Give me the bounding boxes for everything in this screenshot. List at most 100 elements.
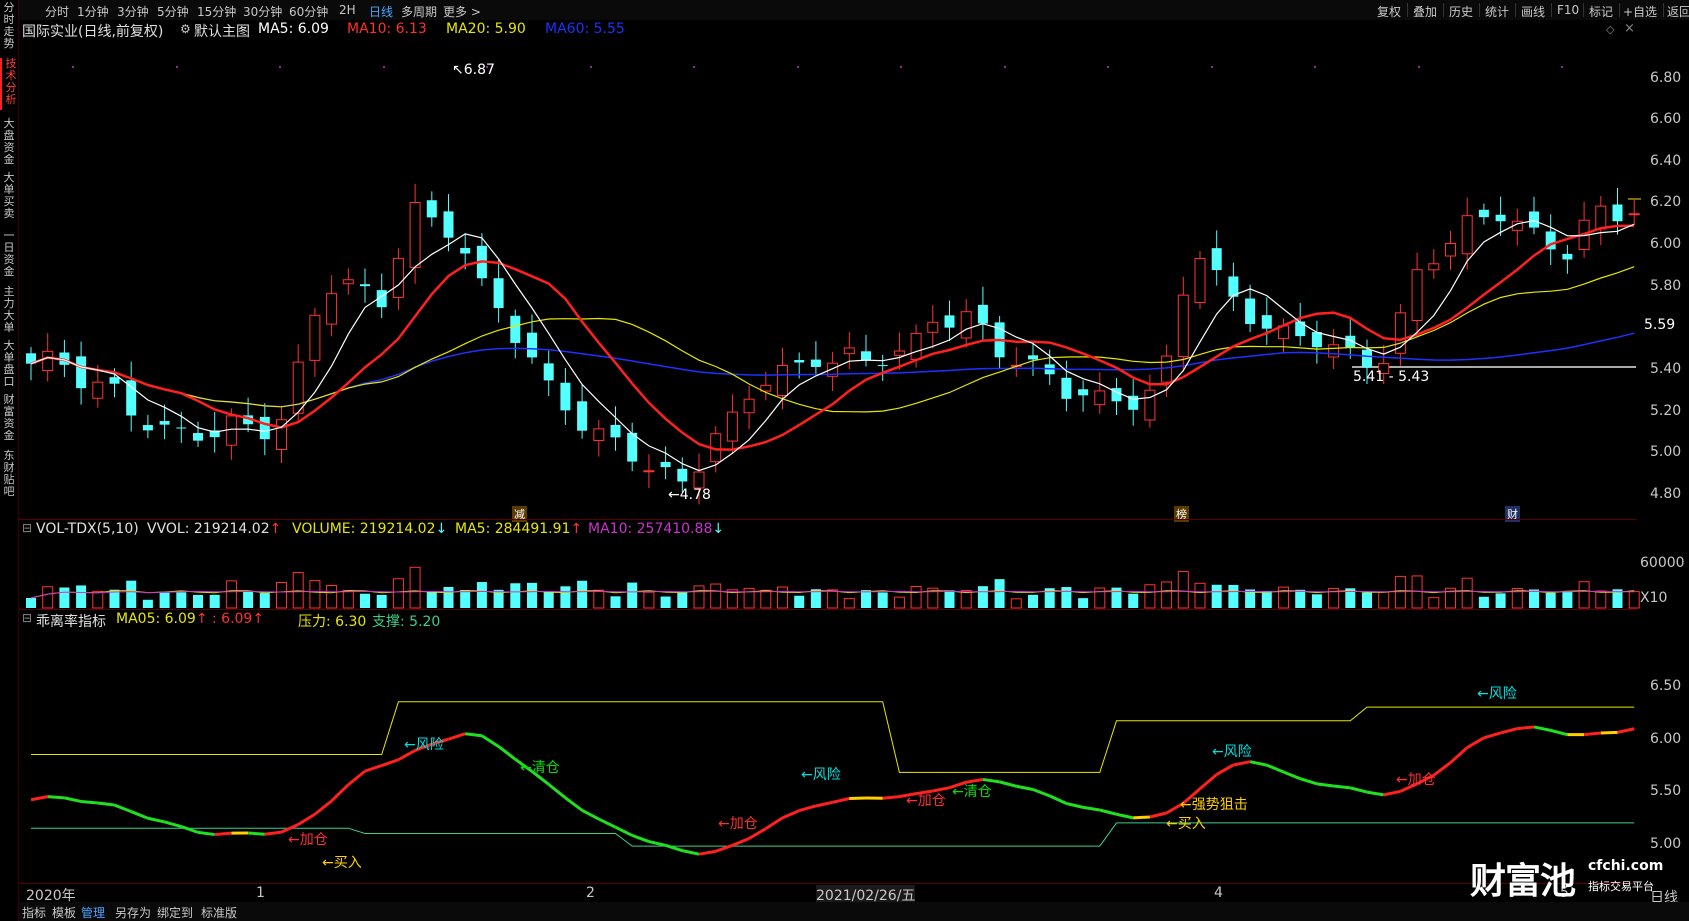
bias-segment: [1016, 784, 1034, 791]
bottom-toolbar: 指标 模板 管理 另存为 绑定到 标准版: [19, 902, 1689, 921]
bias-segment: [815, 800, 833, 808]
bias-segment: [681, 849, 700, 856]
bias-segment: [1215, 763, 1235, 776]
bias-segment: [1082, 805, 1101, 812]
signal-add: ←加仓: [718, 816, 758, 832]
bias-segment: [1116, 812, 1134, 820]
bias-segment: [364, 764, 383, 773]
bias-segment: [214, 831, 232, 837]
bias-segment: [698, 849, 716, 856]
bias-segment: [1233, 760, 1251, 767]
bias-segment: [347, 769, 366, 786]
bias-segment: [297, 812, 316, 826]
tab-standard[interactable]: 标准版: [201, 904, 237, 921]
pane-divider: [19, 883, 1637, 884]
date-tick: 1: [256, 885, 265, 901]
bias-segment: [1432, 761, 1452, 777]
bias-segment: [448, 732, 466, 741]
signal-risk: ←风险: [1212, 744, 1252, 760]
tab-bind-to[interactable]: 绑定到: [157, 904, 193, 921]
watermark-brand: 财富池: [1470, 861, 1576, 902]
signal-buy: ←买入: [322, 855, 362, 871]
bias-segment: [1466, 736, 1485, 749]
signal-add: ←加仓: [906, 793, 946, 809]
bias-segment: [1517, 725, 1535, 731]
bias-segment: [1383, 789, 1401, 797]
bias-segment: [832, 797, 850, 804]
bias-segment: [1299, 777, 1318, 786]
date-tick: 4: [1214, 885, 1223, 901]
bias-segment: [1032, 788, 1051, 798]
bias-segment: [164, 820, 182, 829]
bias-segment: [80, 799, 98, 805]
bias-segment: [1049, 794, 1068, 805]
bias-segment: [47, 795, 65, 800]
watermark-tagline: 指标交易平台: [1588, 880, 1654, 893]
bias-segment: [614, 825, 633, 837]
bias-segment: [330, 783, 350, 803]
bias-segment: [781, 809, 800, 820]
signal-risk: ←风险: [801, 767, 841, 783]
bias-segment: [764, 816, 784, 830]
bias-segment: [882, 795, 900, 800]
signal-buy: ←买入: [1166, 816, 1206, 832]
bias-segment: [465, 732, 483, 738]
bias-segment: [264, 830, 282, 836]
bias-segment: [1333, 784, 1351, 790]
bias-segment: [731, 837, 750, 847]
bias-segment: [1550, 728, 1568, 737]
tab-save-as[interactable]: 另存为: [115, 904, 151, 921]
bias-segment: [1066, 802, 1084, 809]
bias-segment: [999, 780, 1017, 788]
bias-segment: [1249, 760, 1268, 767]
bias-segment: [130, 810, 149, 820]
bias-segment: [313, 799, 333, 816]
bias-segment: [1600, 730, 1618, 735]
bias-segment: [849, 796, 867, 801]
signal-add: ←加仓: [288, 832, 328, 848]
bias-segment: [1449, 746, 1469, 764]
bias-segment: [1266, 763, 1285, 774]
bias-segment: [247, 831, 265, 836]
bias-segment: [64, 796, 82, 803]
bias-segment: [481, 734, 500, 748]
bias-segment: [1366, 790, 1384, 797]
bias-segment: [648, 840, 666, 847]
bias-segment: [1149, 811, 1167, 819]
bias-segment: [30, 795, 48, 802]
bias-segment: [497, 745, 517, 761]
bias-segment: [581, 808, 600, 821]
tab-indicator[interactable]: 指标: [22, 904, 46, 921]
bias-segment: [1099, 808, 1117, 816]
bias-segment: [631, 834, 650, 843]
watermark-site: cfchi.com: [1588, 858, 1664, 874]
bias-segment: [798, 804, 817, 813]
bias-segment: [1617, 727, 1635, 734]
tab-manage[interactable]: 管理: [81, 904, 105, 921]
bias-segment: [1282, 770, 1301, 781]
bias-segment: [97, 801, 115, 807]
bias-segment: [381, 758, 399, 767]
signal-risk: ←风险: [1477, 686, 1517, 702]
signal-clear: ←清仓: [520, 760, 560, 776]
signal-clear: ←清仓: [952, 784, 992, 800]
bias-segment: [197, 830, 215, 837]
bias-segment: [180, 825, 199, 834]
bias-segment: [598, 817, 617, 829]
date-tick: 2: [586, 885, 595, 901]
bias-segment: [1500, 727, 1518, 735]
bias-segment: [147, 816, 165, 824]
bias-segment: [1583, 731, 1601, 737]
tab-template[interactable]: 模板: [52, 904, 76, 921]
bias-segment: [564, 796, 583, 812]
bias-line: [30, 725, 1635, 856]
bias-segment: [1316, 782, 1334, 788]
bias-segment: [1133, 815, 1150, 820]
bias-segment: [1199, 773, 1218, 790]
signal-add: ←加仓: [1396, 772, 1436, 788]
bias-segment: [113, 803, 132, 813]
bias-segment: [1533, 725, 1552, 732]
signal-strong-snipe: ←强势狙击: [1180, 797, 1248, 813]
signal-risk: ←风险: [404, 737, 444, 753]
bias-segment: [1349, 786, 1368, 794]
